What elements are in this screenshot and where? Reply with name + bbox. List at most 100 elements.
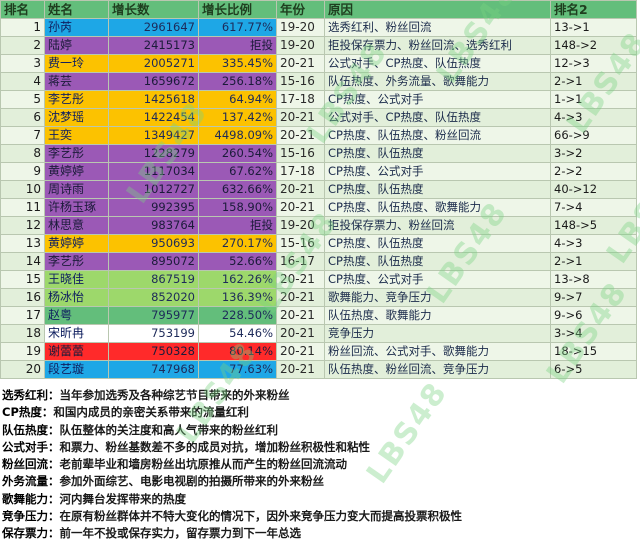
header-growth[interactable]: 增长数 — [108, 0, 199, 19]
cell-rank[interactable]: 11 — [0, 198, 45, 217]
header-year[interactable]: 年份 — [276, 0, 325, 19]
cell-rank2[interactable]: 148->2 — [550, 36, 637, 55]
cell-rank2[interactable]: 13->1 — [550, 18, 637, 37]
cell-name[interactable]: 林思意 — [44, 216, 109, 235]
cell-rank[interactable]: 4 — [0, 72, 45, 91]
cell-reason[interactable]: CP热度、队伍热度 — [324, 252, 551, 271]
cell-year[interactable]: 20-21 — [276, 198, 325, 217]
cell-rank2[interactable]: 4->3 — [550, 108, 637, 127]
cell-year[interactable]: 20-21 — [276, 306, 325, 325]
cell-name[interactable]: 蒋芸 — [44, 72, 109, 91]
cell-reason[interactable]: 队伍热度、歌舞能力 — [324, 306, 551, 325]
cell-reason[interactable]: 竞争压力 — [324, 324, 551, 343]
cell-name[interactable]: 李艺彤 — [44, 144, 109, 163]
cell-rank2[interactable]: 66->9 — [550, 126, 637, 145]
cell-name[interactable]: 许杨玉琢 — [44, 198, 109, 217]
cell-rank2[interactable]: 3->4 — [550, 324, 637, 343]
cell-growth[interactable]: 750328 — [108, 342, 199, 361]
cell-name[interactable]: 王奕 — [44, 126, 109, 145]
cell-name[interactable]: 李艺彤 — [44, 90, 109, 109]
cell-growth[interactable]: 983764 — [108, 216, 199, 235]
cell-growth[interactable]: 795977 — [108, 306, 199, 325]
cell-growth[interactable]: 747968 — [108, 360, 199, 379]
cell-name[interactable]: 周诗雨 — [44, 180, 109, 199]
cell-growth[interactable]: 852020 — [108, 288, 199, 307]
cell-growth[interactable]: 1117034 — [108, 162, 199, 181]
cell-ratio[interactable]: 136.39% — [198, 288, 277, 307]
cell-rank[interactable]: 8 — [0, 144, 45, 163]
cell-growth[interactable]: 950693 — [108, 234, 199, 253]
cell-year[interactable]: 20-21 — [276, 360, 325, 379]
cell-ratio[interactable]: 54.46% — [198, 324, 277, 343]
cell-ratio[interactable]: 617.77% — [198, 18, 277, 37]
cell-rank[interactable]: 2 — [0, 36, 45, 55]
cell-year[interactable]: 16-17 — [276, 252, 325, 271]
cell-rank[interactable]: 6 — [0, 108, 45, 127]
cell-ratio[interactable]: 4498.09% — [198, 126, 277, 145]
cell-year[interactable]: 15-16 — [276, 234, 325, 253]
cell-name[interactable]: 沈梦瑶 — [44, 108, 109, 127]
cell-growth[interactable]: 1659672 — [108, 72, 199, 91]
cell-ratio[interactable]: 拒投 — [198, 36, 277, 55]
cell-rank[interactable]: 7 — [0, 126, 45, 145]
cell-rank[interactable]: 3 — [0, 54, 45, 73]
cell-rank[interactable]: 15 — [0, 270, 45, 289]
cell-year[interactable]: 15-16 — [276, 72, 325, 91]
cell-rank2[interactable]: 6->5 — [550, 360, 637, 379]
cell-ratio[interactable]: 158.90% — [198, 198, 277, 217]
cell-reason[interactable]: CP热度、公式对手 — [324, 90, 551, 109]
cell-growth[interactable]: 1422454 — [108, 108, 199, 127]
cell-reason[interactable]: 拒投保存票力、粉丝回流 — [324, 216, 551, 235]
cell-growth[interactable]: 2415173 — [108, 36, 199, 55]
cell-year[interactable]: 19-20 — [276, 18, 325, 37]
cell-rank2[interactable]: 7->4 — [550, 198, 637, 217]
cell-growth[interactable]: 753199 — [108, 324, 199, 343]
cell-year[interactable]: 20-21 — [276, 108, 325, 127]
cell-year[interactable]: 20-21 — [276, 180, 325, 199]
cell-reason[interactable]: CP热度、队伍热度、粉丝回流 — [324, 126, 551, 145]
cell-reason[interactable]: 公式对手、CP热度、队伍热度 — [324, 108, 551, 127]
cell-name[interactable]: 孙芮 — [44, 18, 109, 37]
cell-rank2[interactable]: 13->8 — [550, 270, 637, 289]
cell-ratio[interactable]: 52.66% — [198, 252, 277, 271]
cell-reason[interactable]: 拒投保存票力、粉丝回流、选秀红利 — [324, 36, 551, 55]
cell-year[interactable]: 19-20 — [276, 36, 325, 55]
header-ratio[interactable]: 增长比例 — [198, 0, 277, 19]
cell-ratio[interactable]: 260.54% — [198, 144, 277, 163]
cell-rank[interactable]: 16 — [0, 288, 45, 307]
cell-growth[interactable]: 1425618 — [108, 90, 199, 109]
cell-year[interactable]: 19-20 — [276, 216, 325, 235]
cell-reason[interactable]: CP热度、队伍热度 — [324, 234, 551, 253]
cell-rank[interactable]: 18 — [0, 324, 45, 343]
cell-rank[interactable]: 14 — [0, 252, 45, 271]
cell-name[interactable]: 王晓佳 — [44, 270, 109, 289]
cell-ratio[interactable]: 77.63% — [198, 360, 277, 379]
cell-reason[interactable]: CP热度、队伍热度 — [324, 180, 551, 199]
cell-ratio[interactable]: 228.50% — [198, 306, 277, 325]
cell-ratio[interactable]: 64.94% — [198, 90, 277, 109]
cell-year[interactable]: 17-18 — [276, 90, 325, 109]
cell-reason[interactable]: 队伍热度、外务流量、歌舞能力 — [324, 72, 551, 91]
cell-ratio[interactable]: 270.17% — [198, 234, 277, 253]
cell-name[interactable]: 赵粤 — [44, 306, 109, 325]
cell-ratio[interactable]: 拒投 — [198, 216, 277, 235]
cell-rank2[interactable]: 2->1 — [550, 72, 637, 91]
cell-rank[interactable]: 9 — [0, 162, 45, 181]
cell-rank2[interactable]: 9->6 — [550, 306, 637, 325]
cell-name[interactable]: 谢蕾蕾 — [44, 342, 109, 361]
cell-rank[interactable]: 19 — [0, 342, 45, 361]
cell-rank[interactable]: 5 — [0, 90, 45, 109]
cell-growth[interactable]: 895072 — [108, 252, 199, 271]
cell-reason[interactable]: CP热度、公式对手 — [324, 270, 551, 289]
cell-name[interactable]: 陆婷 — [44, 36, 109, 55]
cell-reason[interactable]: 歌舞能力、竞争压力 — [324, 288, 551, 307]
cell-rank2[interactable]: 18->15 — [550, 342, 637, 361]
cell-reason[interactable]: CP热度、队伍热度 — [324, 144, 551, 163]
cell-name[interactable]: 黄婷婷 — [44, 162, 109, 181]
cell-year[interactable]: 17-18 — [276, 162, 325, 181]
cell-rank2[interactable]: 12->3 — [550, 54, 637, 73]
cell-rank2[interactable]: 4->3 — [550, 234, 637, 253]
cell-growth[interactable]: 992395 — [108, 198, 199, 217]
cell-reason[interactable]: CP热度、队伍热度、歌舞能力 — [324, 198, 551, 217]
cell-name[interactable]: 宋昕冉 — [44, 324, 109, 343]
